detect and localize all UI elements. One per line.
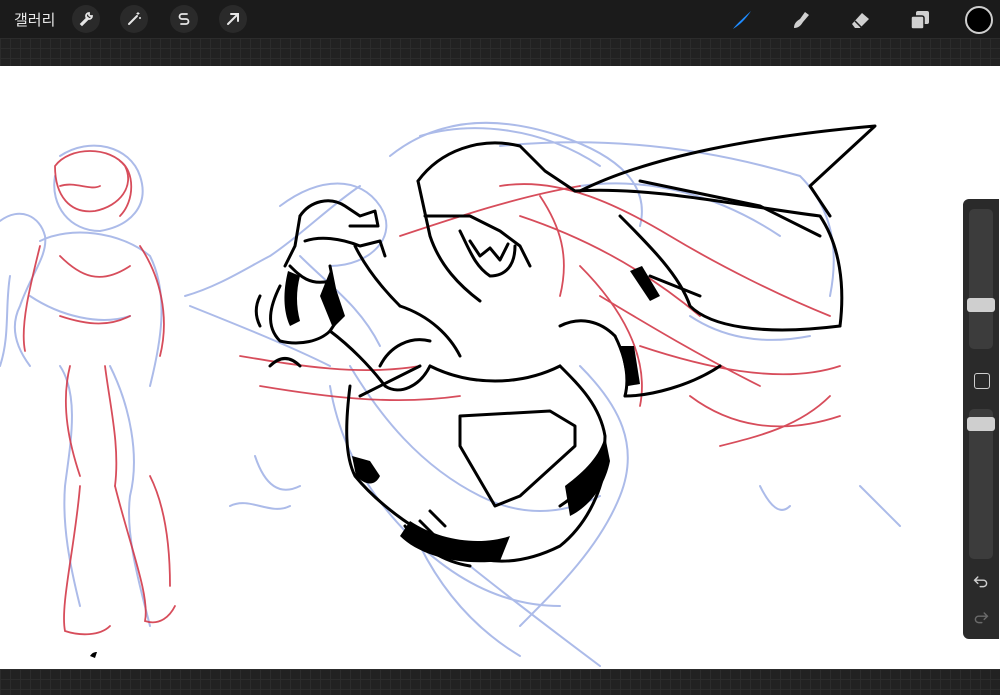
eraser-icon[interactable] [846,6,874,34]
canvas-bottom-margin [0,669,1000,695]
opacity-slider[interactable] [967,409,995,559]
brush-size-slider[interactable] [967,209,995,349]
sketch-artwork [0,121,901,667]
gallery-button[interactable]: 갤러리 [14,9,55,30]
layers-icon[interactable] [906,6,934,34]
undo-icon[interactable] [971,571,991,591]
selection-s-icon[interactable] [170,5,198,33]
smudge-icon[interactable] [787,6,815,34]
opacity-thumb[interactable] [967,417,995,431]
redo-icon[interactable] [971,607,991,627]
transform-arrow-icon[interactable] [219,5,247,33]
canvas-top-margin [0,38,1000,66]
modify-button[interactable] [974,373,990,389]
color-picker-button[interactable] [965,6,993,34]
side-toolbar [963,199,999,639]
magic-wand-icon[interactable] [120,5,148,33]
drawing-canvas[interactable] [0,66,1000,669]
wrench-icon[interactable] [72,5,100,33]
brush-icon[interactable] [728,6,756,34]
brush-size-thumb[interactable] [967,298,995,312]
top-toolbar: 갤러리 [0,0,1000,38]
